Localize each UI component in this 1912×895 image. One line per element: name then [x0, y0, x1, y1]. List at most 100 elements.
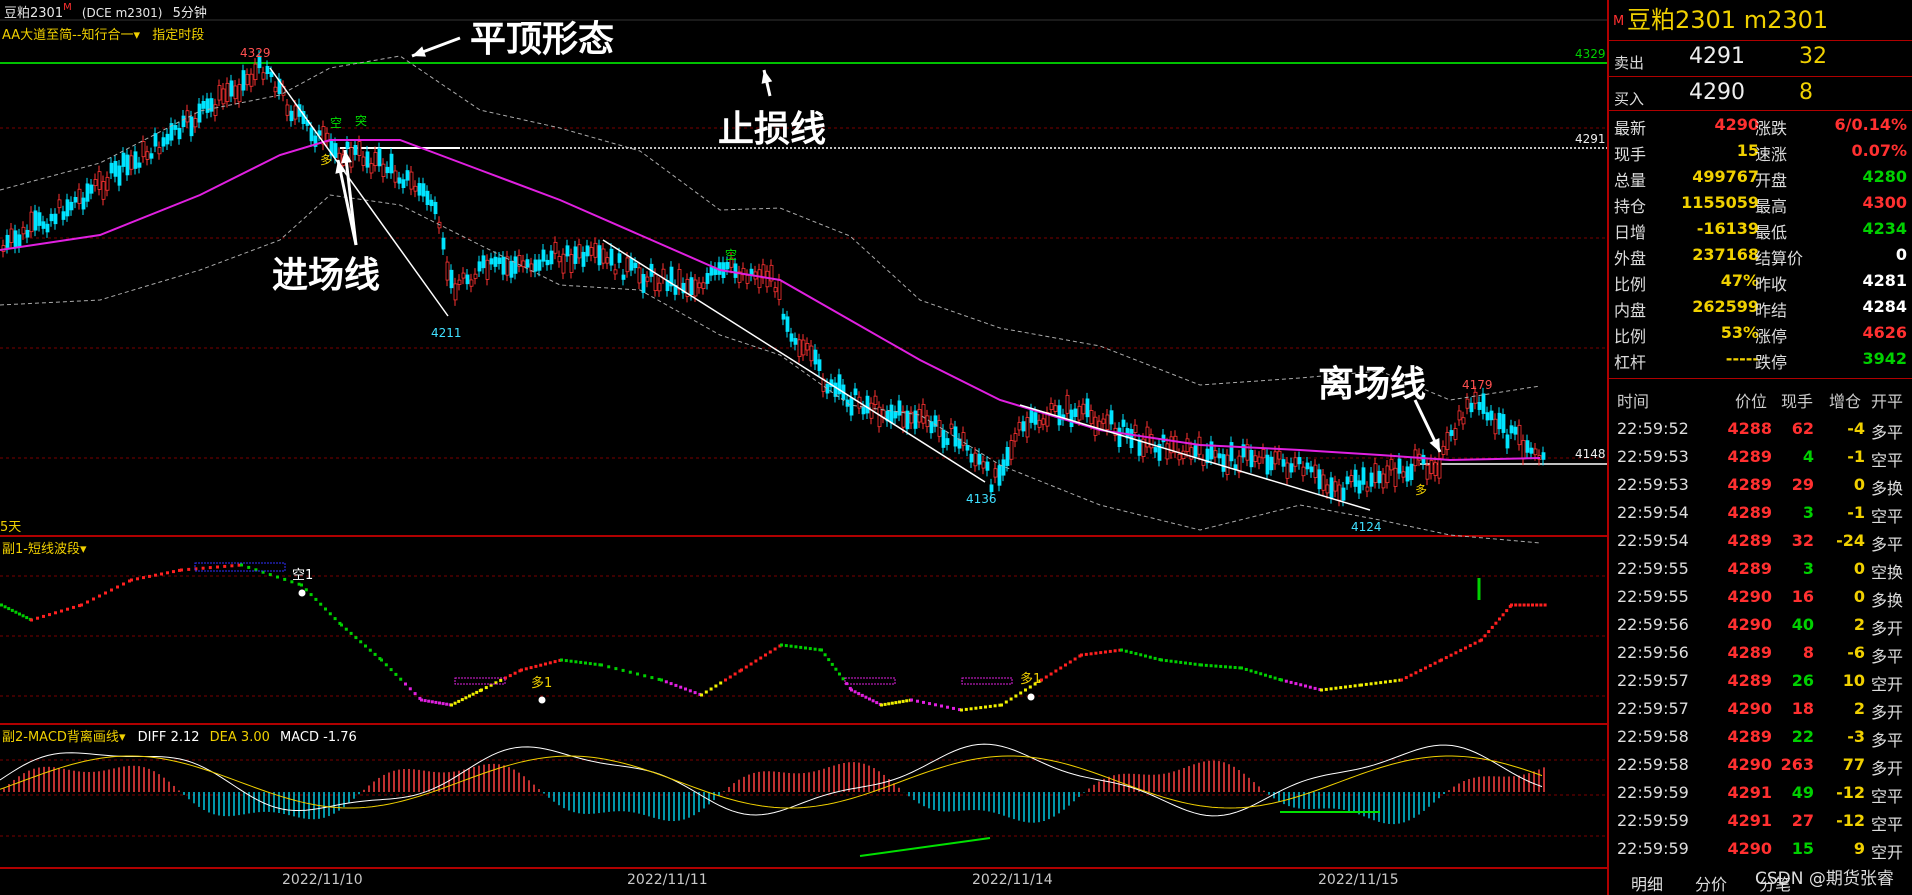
tick-row[interactable]: 22:59:59 4291 27 -12 空平	[1609, 808, 1912, 836]
chevron-down-icon[interactable]: ▾	[80, 542, 87, 557]
wave-dot	[584, 661, 587, 665]
candle-body	[1489, 410, 1494, 421]
candle-body	[233, 85, 238, 100]
wave-dot	[773, 647, 777, 651]
wave-dot	[857, 692, 861, 696]
quote-value: 4290	[1714, 115, 1759, 134]
candle-body	[53, 213, 58, 225]
quote-value-2: 6/0.14%	[1834, 115, 1907, 134]
tick-row[interactable]: 22:59:53 4289 29 0 多换	[1609, 472, 1912, 500]
candle-body	[1325, 484, 1330, 494]
tick-row[interactable]: 22:59:57 4290 18 2 多开	[1609, 696, 1912, 724]
quote-key-2: 涨停	[1755, 327, 1788, 346]
candle-body	[1481, 393, 1486, 414]
tick-price: 4290	[1727, 699, 1772, 718]
candle-body	[77, 188, 82, 204]
wave-dot	[247, 565, 251, 569]
candle-body	[349, 147, 354, 168]
candle-body	[1273, 451, 1278, 465]
wave-dot	[0, 603, 3, 607]
wave-dot	[3, 605, 7, 609]
tab-detail[interactable]: 明细	[1631, 871, 1663, 895]
tick-row[interactable]: 22:59:58 4290 263 77 多开	[1609, 752, 1912, 780]
wave-dot	[66, 607, 69, 611]
quote-key: 日增	[1614, 223, 1647, 242]
tick-inc: 2	[1853, 699, 1865, 718]
wave-dot	[674, 683, 678, 687]
wave-dot	[460, 698, 464, 702]
candle-body	[185, 110, 190, 123]
period-label[interactable]: 5分钟	[173, 6, 207, 21]
sub1-indicator-label[interactable]: 副1-短线波段▾	[2, 538, 87, 557]
candle-body	[781, 313, 786, 320]
quote-key-2: 最低	[1755, 223, 1788, 242]
candle-body	[1229, 442, 1234, 462]
candle-body	[221, 88, 226, 105]
wave-dot	[1224, 665, 1227, 669]
tick-dir: 多开	[1871, 619, 1904, 638]
candle-body	[901, 410, 906, 428]
wave-dot	[480, 688, 483, 692]
tick-row[interactable]: 22:59:59 4291 49 -12 空平	[1609, 780, 1912, 808]
candle-body	[261, 72, 266, 80]
wave-dot	[268, 573, 272, 577]
tick-row[interactable]: 22:59:59 4290 15 9 空开	[1609, 836, 1912, 864]
candle-body	[865, 395, 870, 414]
tick-row[interactable]: 22:59:54 4289 3 -1 空平	[1609, 500, 1912, 528]
candle-body	[1065, 394, 1070, 414]
candle-body	[789, 333, 794, 342]
tick-dir: 空平	[1871, 787, 1904, 806]
tick-row[interactable]: 22:59:52 4288 62 -4 多平	[1609, 416, 1912, 444]
wave-dot	[650, 676, 654, 680]
wave-dot	[1454, 651, 1458, 655]
candle-body	[529, 263, 534, 272]
trend-line	[602, 239, 986, 483]
candle-body	[1033, 412, 1038, 425]
candle-body	[1361, 467, 1366, 485]
candle-body	[1021, 421, 1026, 432]
candle-body	[181, 115, 186, 128]
signal-duo-2: 多	[1415, 483, 1428, 497]
chevron-down-icon[interactable]: ▾	[134, 28, 141, 43]
wave-dot	[934, 703, 937, 707]
wave-dot	[430, 700, 434, 704]
candle-body	[469, 279, 474, 287]
sub2-indicator-label[interactable]: 副2-MACD背离画线▾ DIFF 2.12 DEA 3.00 MACD -1.…	[2, 726, 357, 745]
candle-body	[1365, 486, 1370, 492]
time-range-label[interactable]: 指定时段	[152, 28, 204, 43]
wave-dot	[1264, 673, 1267, 677]
wave-dot	[172, 570, 175, 574]
main-indicator-label[interactable]: AA大道至简--知行合一▾ 指定时段	[2, 24, 204, 43]
candle-body	[417, 183, 422, 196]
tick-row[interactable]: 22:59:55 4289 3 0 空换	[1609, 556, 1912, 584]
tick-time: 22:59:53	[1617, 447, 1689, 466]
candle-body	[161, 137, 166, 147]
tick-hand: 8	[1802, 643, 1814, 662]
wave-dot	[1094, 651, 1098, 655]
candle-body	[353, 145, 358, 155]
chart-area[interactable]: 豆粕2301M (DCE m2301) 5分钟 AA大道至简--知行合一▾ 指定…	[0, 0, 1607, 895]
ask-row: 卖出 4291 32	[1609, 42, 1912, 76]
wave-dot	[794, 645, 798, 649]
tab-price-dist[interactable]: 分价	[1695, 871, 1727, 895]
chevron-down-icon[interactable]: ▾	[119, 730, 126, 745]
tick-time: 22:59:59	[1617, 811, 1689, 830]
quote-key-2: 昨收	[1755, 275, 1788, 294]
wave-dot	[894, 701, 898, 705]
tick-row[interactable]: 22:59:53 4289 4 -1 空平	[1609, 444, 1912, 472]
tick-row[interactable]: 22:59:54 4289 32 -24 多平	[1609, 528, 1912, 556]
tick-row[interactable]: 22:59:58 4289 22 -3 多平	[1609, 724, 1912, 752]
tick-row[interactable]: 22:59:56 4289 8 -6 多平	[1609, 640, 1912, 668]
candle-body	[269, 71, 274, 78]
wave-dot	[960, 708, 963, 712]
wave-dot	[890, 701, 894, 705]
wave-dot	[1393, 679, 1397, 683]
quote-value: 1155059	[1681, 193, 1759, 212]
candle-body	[793, 338, 798, 345]
tick-row[interactable]: 22:59:57 4289 26 10 空开	[1609, 668, 1912, 696]
tick-row[interactable]: 22:59:56 4290 40 2 多开	[1609, 612, 1912, 640]
candle-body	[273, 86, 278, 93]
tick-row[interactable]: 22:59:55 4290 16 0 多换	[1609, 584, 1912, 612]
candle-body	[1505, 434, 1510, 449]
wave-dot	[553, 660, 557, 664]
